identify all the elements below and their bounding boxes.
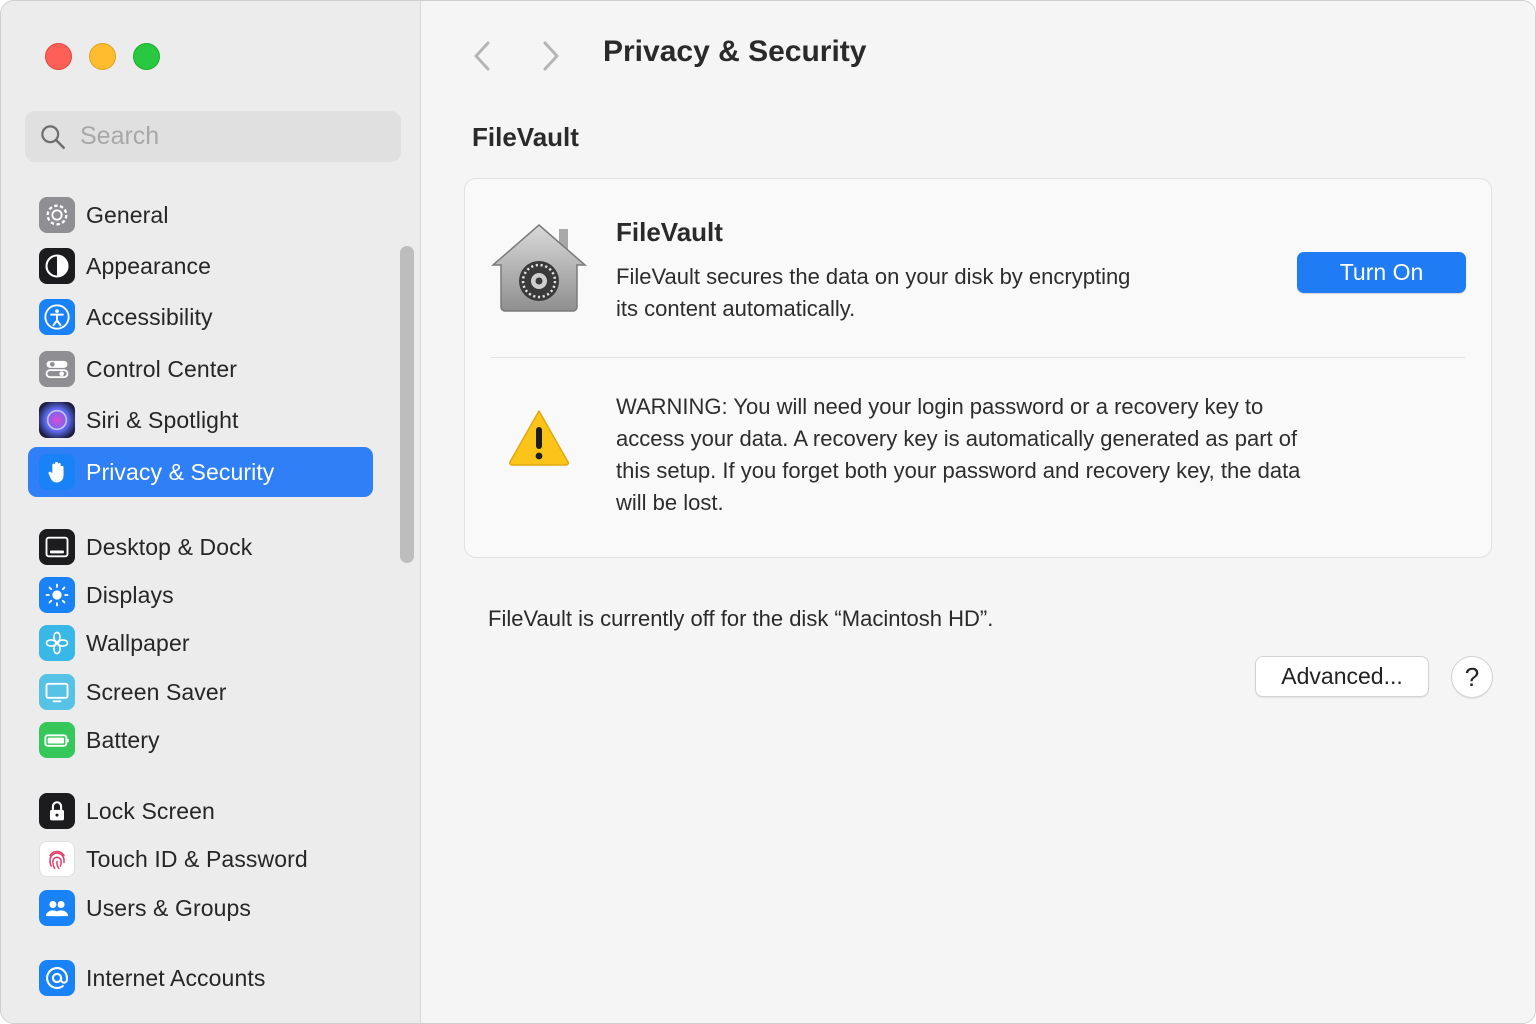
at-icon (39, 960, 75, 996)
window-controls (45, 43, 160, 70)
sidebar-item-label: Wallpaper (86, 629, 190, 656)
sidebar-item-accessibility[interactable]: Accessibility (28, 293, 373, 341)
turn-on-button[interactable]: Turn On (1297, 252, 1466, 293)
filevault-title: FileVault (616, 217, 723, 247)
chevron-right-icon (543, 41, 559, 71)
search-field[interactable] (25, 111, 401, 162)
advanced-button[interactable]: Advanced... (1255, 656, 1429, 697)
zoom-window-button[interactable] (133, 43, 160, 70)
screen-saver-icon (39, 674, 75, 710)
displays-icon (39, 577, 75, 613)
section-title: FileVault (472, 122, 579, 152)
sidebar-item-privacy-security[interactable]: Privacy & Security (28, 447, 373, 497)
chevron-left-icon (474, 41, 490, 71)
sidebar-item-label: Screen Saver (86, 678, 227, 705)
sidebar-item-displays[interactable]: Displays (28, 571, 373, 619)
sidebar-item-appearance[interactable]: Appearance (28, 242, 373, 290)
hand-icon (39, 454, 75, 490)
sidebar-item-label: Control Center (86, 355, 237, 382)
warning-text: WARNING: You will need your login passwo… (616, 394, 1301, 515)
sidebar-item-battery[interactable]: Battery (28, 716, 373, 764)
gear-icon (39, 197, 75, 233)
sidebar-item-label: Users & Groups (86, 894, 252, 921)
minimize-window-button[interactable] (89, 43, 116, 70)
search-input[interactable] (78, 121, 382, 152)
close-window-button[interactable] (45, 43, 72, 70)
sidebar: General Appearance Accessibility Control… (1, 1, 421, 1023)
sidebar-item-label: Desktop & Dock (86, 533, 253, 560)
back-button[interactable] (467, 39, 497, 73)
sidebar-item-label: Appearance (86, 252, 212, 279)
sidebar-item-lock-screen[interactable]: Lock Screen (28, 787, 373, 835)
lock-icon (39, 793, 75, 829)
sidebar-item-siri-spotlight[interactable]: Siri & Spotlight (28, 396, 373, 444)
search-icon (41, 125, 65, 149)
filevault-status: FileVault is currently off for the disk … (488, 606, 994, 631)
filevault-house-icon (490, 224, 588, 312)
sidebar-item-label: Accessibility (86, 303, 213, 330)
sidebar-item-label: Touch ID & Password (86, 845, 308, 872)
sidebar-scrollbar[interactable] (400, 246, 414, 563)
sidebar-item-label: Lock Screen (86, 797, 215, 824)
siri-icon (39, 402, 75, 438)
content-pane: Privacy & Security FileVault FileVault F… (421, 1, 1535, 1023)
sidebar-item-internet-accounts[interactable]: Internet Accounts (28, 954, 373, 1002)
control-center-icon (39, 351, 75, 387)
divider (491, 357, 1465, 358)
sidebar-item-screen-saver[interactable]: Screen Saver (28, 668, 373, 716)
sidebar-item-touch-id-password[interactable]: Touch ID & Password (28, 835, 373, 883)
sidebar-item-desktop-dock[interactable]: Desktop & Dock (28, 523, 373, 571)
fingerprint-icon (39, 841, 75, 877)
warning-icon (508, 410, 570, 466)
appearance-icon (39, 248, 75, 284)
forward-button[interactable] (536, 39, 566, 73)
sidebar-item-general[interactable]: General (28, 191, 373, 239)
battery-icon (39, 722, 75, 758)
wallpaper-icon (39, 625, 75, 661)
desktop-dock-icon (39, 529, 75, 565)
help-button[interactable]: ? (1451, 656, 1493, 698)
page-title: Privacy & Security (603, 35, 867, 68)
users-icon (39, 890, 75, 926)
sidebar-item-control-center[interactable]: Control Center (28, 345, 373, 393)
sidebar-item-label: General (86, 201, 169, 228)
sidebar-item-label: Siri & Spotlight (86, 406, 239, 433)
filevault-description: FileVault secures the data on your disk … (616, 264, 1131, 321)
sidebar-item-label: Displays (86, 581, 174, 608)
filevault-card: FileVault FileVault secures the data on … (464, 178, 1492, 558)
sidebar-item-label: Internet Accounts (86, 964, 266, 991)
settings-window: General Appearance Accessibility Control… (0, 0, 1536, 1024)
sidebar-item-wallpaper[interactable]: Wallpaper (28, 619, 373, 667)
sidebar-item-users-groups[interactable]: Users & Groups (28, 884, 373, 932)
accessibility-icon (39, 299, 75, 335)
sidebar-item-label: Privacy & Security (86, 458, 275, 485)
sidebar-item-label: Battery (86, 726, 160, 753)
